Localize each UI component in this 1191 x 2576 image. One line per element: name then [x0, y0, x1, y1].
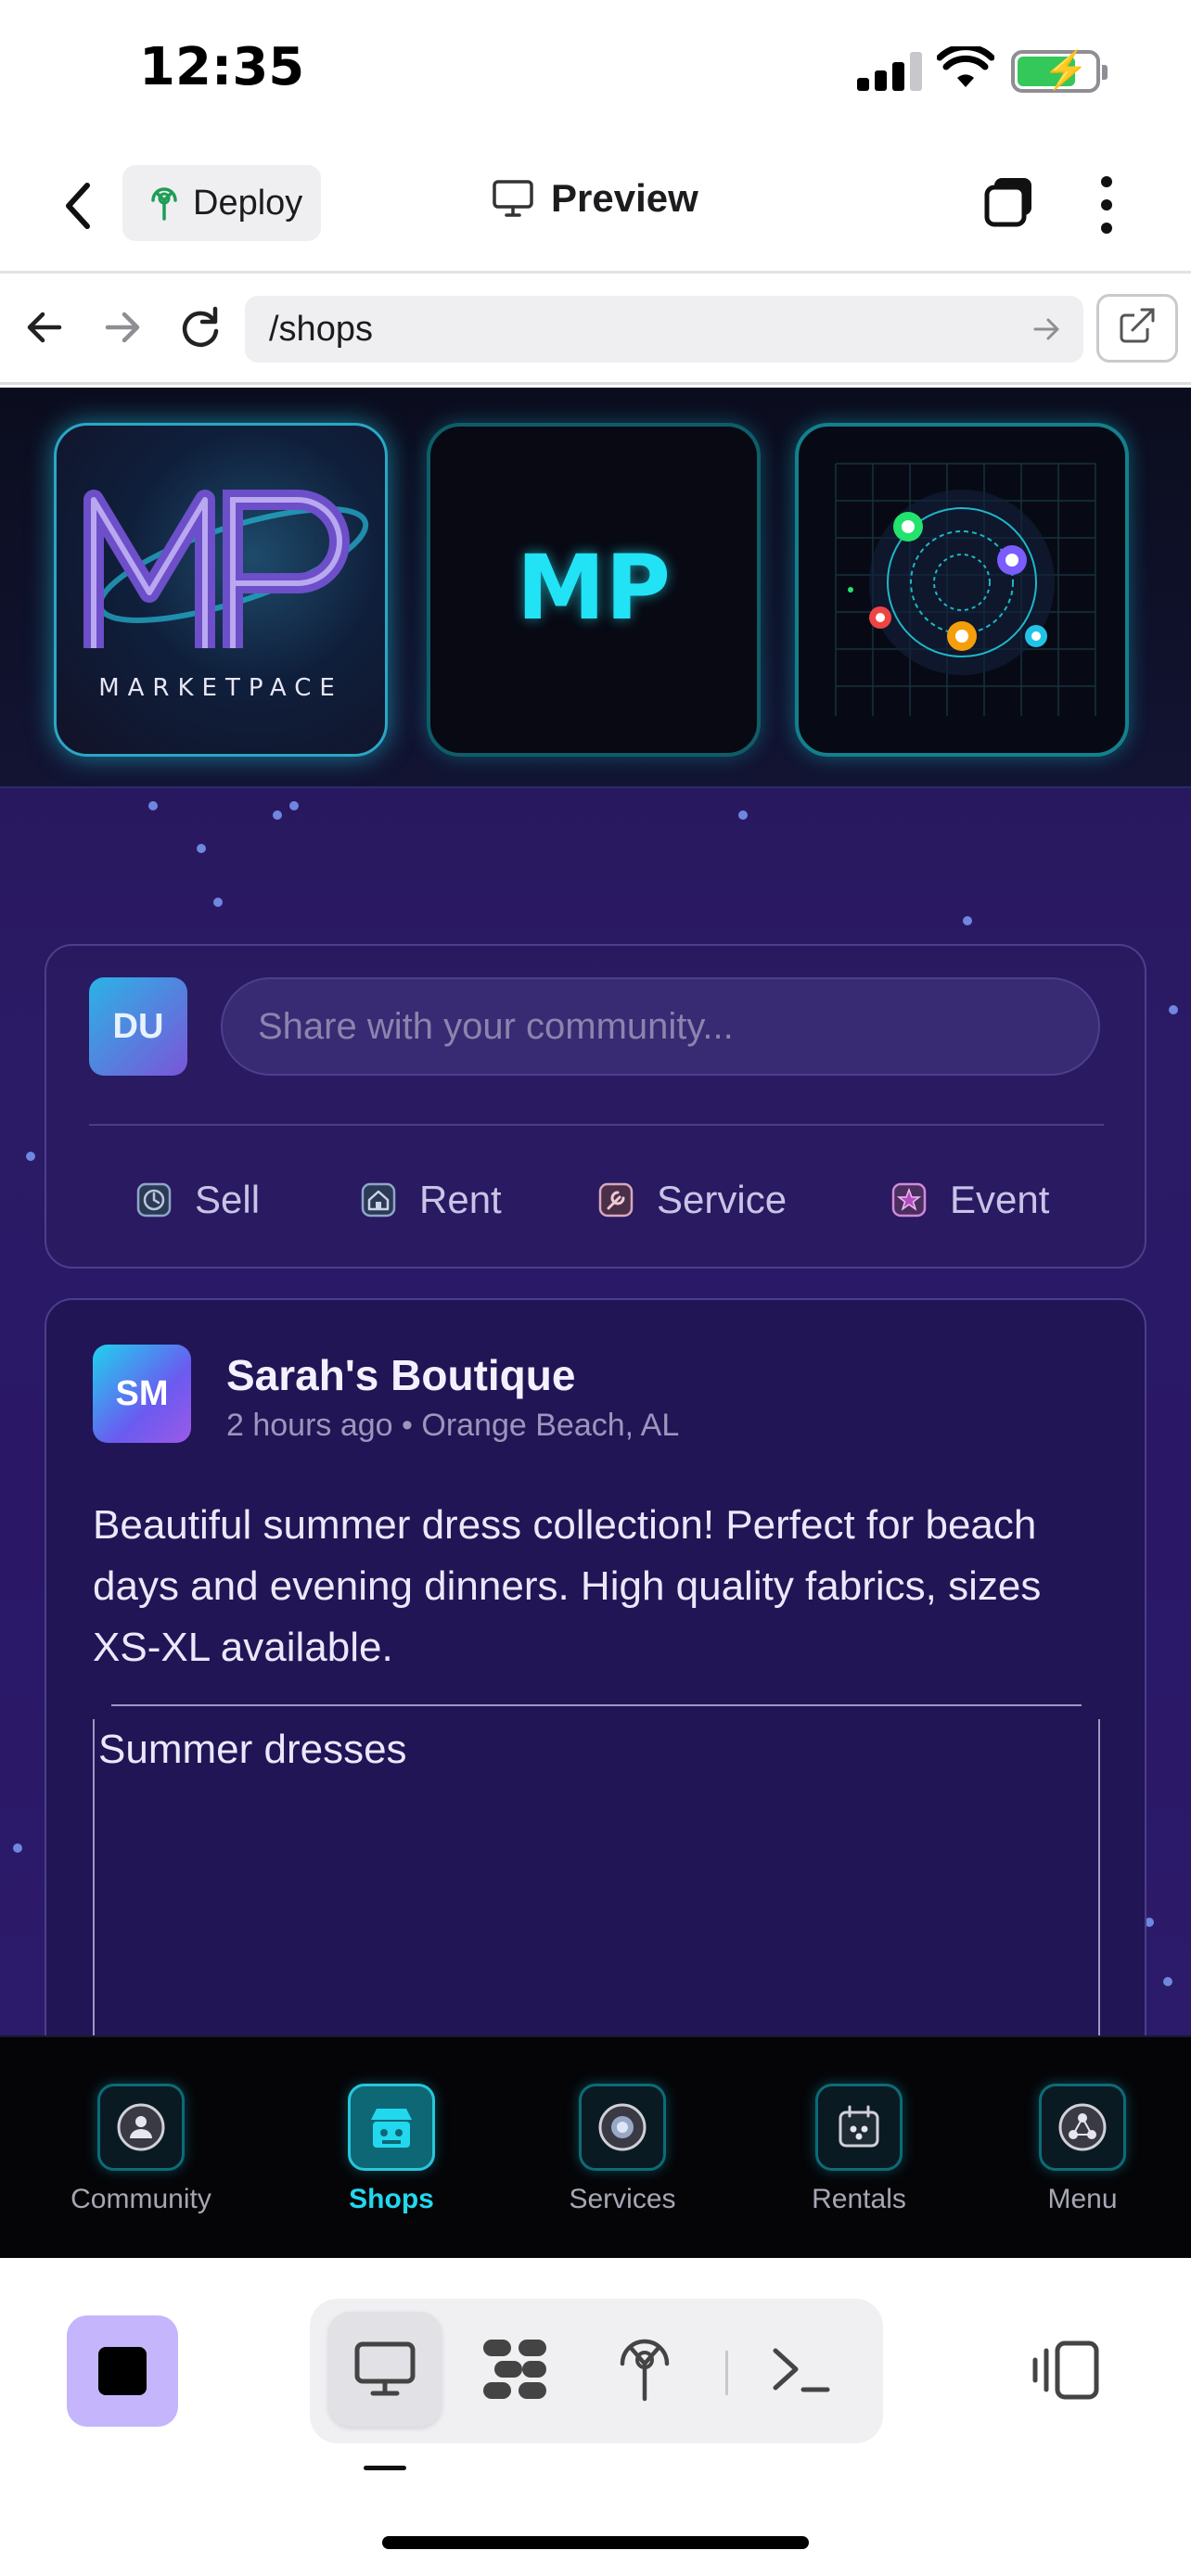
- view-switcher: [310, 2299, 883, 2443]
- url-go-arrow-icon[interactable]: [1030, 312, 1063, 346]
- radar-map-logo: [795, 423, 1129, 757]
- preview-view-button[interactable]: [328, 2312, 442, 2427]
- preview-title[interactable]: Preview: [492, 176, 698, 221]
- nav-shops-label: Shops: [349, 2184, 434, 2214]
- home-indicator: [382, 2536, 809, 2549]
- view-switcher-divider: [725, 2351, 728, 2395]
- event-button[interactable]: Event: [890, 1178, 1049, 1222]
- menu-icon: [1058, 2103, 1107, 2151]
- url-input[interactable]: /shops: [245, 296, 1083, 363]
- clock-icon: [136, 1182, 172, 1218]
- nav-shops[interactable]: Shops: [289, 2084, 493, 2215]
- status-bar: 12:35 ⚡: [0, 0, 1191, 139]
- monitor-icon: [493, 180, 533, 217]
- deployments-view-button[interactable]: [588, 2312, 701, 2427]
- brand-banner: MARKETPACE MP: [0, 388, 1191, 788]
- nav-services-label: Services: [569, 2184, 676, 2214]
- nav-menu[interactable]: Menu: [980, 2084, 1185, 2215]
- status-time: 12:35: [139, 37, 305, 97]
- decor-dot: [1163, 1977, 1172, 1986]
- url-text: /shops: [269, 310, 373, 349]
- decor-dot: [738, 810, 748, 820]
- deploy-icon: [620, 2339, 670, 2402]
- decor-dot: [1169, 1005, 1178, 1014]
- web-page: MARKETPACE MP DU Share with your communi…: [0, 388, 1191, 2035]
- mp-badge-text: MP: [517, 536, 671, 640]
- stop-button[interactable]: [67, 2315, 178, 2427]
- star-icon: [891, 1182, 927, 1218]
- nav-rentals[interactable]: Rentals: [757, 2084, 961, 2215]
- monitor-icon: [354, 2341, 416, 2396]
- decor-dot: [213, 898, 223, 907]
- event-label: Event: [950, 1178, 1050, 1221]
- signal-icon: [857, 52, 922, 91]
- app-bar: Deploy Preview: [0, 139, 1191, 274]
- rentals-icon: [839, 2105, 879, 2148]
- post-meta: 2 hours ago • Orange Beach, AL: [226, 1408, 680, 1443]
- rent-button[interactable]: Rent: [360, 1178, 502, 1222]
- sell-label: Sell: [195, 1178, 261, 1221]
- nav-rentals-label: Rentals: [812, 2184, 906, 2214]
- stop-icon: [98, 2347, 147, 2395]
- workspace-view-button[interactable]: [458, 2312, 571, 2427]
- nav-community[interactable]: Community: [39, 2084, 243, 2215]
- house-icon: [361, 1182, 396, 1218]
- browser-forward-icon[interactable]: [95, 300, 150, 355]
- replit-logo-icon: [483, 2340, 546, 2399]
- decor-dot: [273, 810, 282, 820]
- split-layout-icon[interactable]: [1030, 2338, 1104, 2403]
- nav-services[interactable]: Services: [520, 2084, 724, 2215]
- nav-community-label: Community: [70, 2184, 211, 2214]
- post-image[interactable]: Summer dresses: [93, 1704, 1100, 2035]
- deploy-icon: [151, 187, 177, 221]
- wrench-icon: [598, 1182, 634, 1218]
- marketpace-logo: MARKETPACE: [54, 423, 388, 757]
- rent-label: Rent: [419, 1178, 502, 1221]
- decor-dot: [148, 801, 158, 810]
- deploy-button[interactable]: Deploy: [122, 165, 321, 241]
- radar-icon: [835, 463, 1096, 716]
- service-label: Service: [657, 1178, 788, 1221]
- services-icon: [598, 2103, 647, 2151]
- back-chevron-icon[interactable]: [56, 176, 102, 236]
- service-button[interactable]: Service: [597, 1178, 787, 1222]
- mp-badge-logo: MP: [427, 423, 761, 757]
- more-options-icon[interactable]: [1093, 174, 1121, 236]
- decor-dot: [26, 1152, 35, 1161]
- decor-dot: [963, 916, 972, 925]
- post-image-alt-text: Summer dresses: [98, 1727, 407, 1772]
- reload-icon[interactable]: [173, 300, 228, 355]
- decor-dot: [289, 801, 299, 810]
- open-external-button[interactable]: [1096, 294, 1178, 363]
- decor-dot: [13, 1843, 22, 1853]
- user-avatar[interactable]: DU: [89, 977, 187, 1076]
- browser-url-bar: /shops: [0, 274, 1191, 385]
- post-card[interactable]: SM Sarah's Boutique 2 hours ago • Orange…: [45, 1298, 1146, 2035]
- terminal-icon: [773, 2348, 830, 2392]
- bottom-navigation: Community Shops Services Rentals Menu: [0, 2035, 1191, 2258]
- shell-view-button[interactable]: [744, 2312, 857, 2427]
- post-body: Beautiful summer dress collection! Perfe…: [93, 1502, 1042, 1670]
- share-input[interactable]: Share with your community...: [221, 977, 1100, 1076]
- marketpace-wordmark: MARKETPACE: [98, 674, 343, 702]
- battery-icon: ⚡: [1011, 50, 1108, 93]
- workspace-toolbar: [0, 2258, 1191, 2576]
- shop-icon: [371, 2109, 412, 2148]
- external-link-icon: [1120, 308, 1155, 343]
- deploy-label: Deploy: [193, 183, 303, 223]
- nav-menu-label: Menu: [1047, 2184, 1118, 2214]
- composer-divider: [89, 1124, 1104, 1126]
- shop-avatar[interactable]: SM: [93, 1345, 191, 1443]
- tabs-icon[interactable]: [981, 174, 1037, 230]
- community-icon: [117, 2103, 165, 2151]
- shop-name[interactable]: Sarah's Boutique: [226, 1350, 575, 1400]
- browser-back-icon[interactable]: [17, 300, 72, 355]
- sell-button[interactable]: Sell: [135, 1178, 260, 1222]
- post-composer: DU Share with your community... Sell Ren…: [45, 944, 1146, 1269]
- preview-label: Preview: [551, 176, 698, 220]
- wifi-icon: [937, 46, 994, 87]
- decor-dot: [197, 844, 206, 853]
- mp-monogram-icon: [83, 490, 369, 648]
- active-view-indicator: [364, 2466, 406, 2470]
